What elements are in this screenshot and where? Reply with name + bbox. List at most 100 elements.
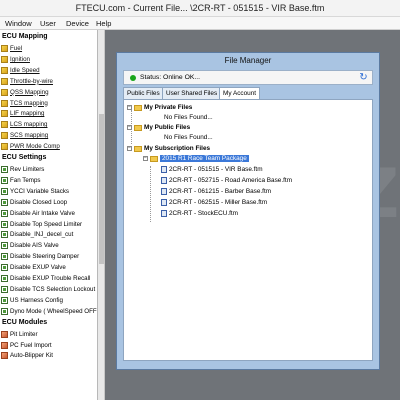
sidebar-item[interactable]: Disable_INJ_decel_cut <box>1 230 73 239</box>
tree-node-package[interactable]: − 2015 R1 Race Team Package <box>143 154 249 163</box>
sidebar-scrollbar[interactable] <box>98 30 105 400</box>
tree-file[interactable]: 2CR-RT - 062515 - Miller Base.ftm <box>161 198 267 207</box>
setting-icon <box>1 231 8 239</box>
sidebar-item-label: Disable AIS Valve <box>10 242 59 250</box>
window-title: FTECU.com - Current File... \2CR-RT - 05… <box>75 3 325 13</box>
map-icon <box>1 66 8 74</box>
collapse-icon[interactable]: − <box>127 146 132 151</box>
sidebar-item[interactable]: Disable EXUP Valve <box>1 263 66 272</box>
sidebar-item[interactable]: Auto-Blipper Kit <box>1 351 53 360</box>
tab-user-shared-files[interactable]: User Shared Files <box>162 87 222 99</box>
sidebar-item[interactable]: Disable Closed Loop <box>1 198 67 207</box>
tree-node-public[interactable]: − My Public Files <box>127 123 190 132</box>
sidebar-item[interactable]: YCCI Variable Stacks <box>1 187 69 196</box>
file-label: 2CR-RT - StockECU.ftm <box>169 210 239 217</box>
setting-icon <box>1 166 8 173</box>
sidebar-item[interactable]: Disable Top Speed Limiter <box>1 220 82 229</box>
file-icon <box>161 177 167 184</box>
file-manager-title: File Manager <box>224 56 272 65</box>
tree-connector <box>150 166 151 222</box>
sidebar-section-title: ECU Settings <box>2 154 47 161</box>
sidebar-item[interactable]: Fan Temps <box>1 176 41 185</box>
sidebar-item-label: PWR Mode Comp <box>10 143 60 151</box>
tree-file[interactable]: 2CR-RT - 051515 - VIR Base.ftm <box>161 165 263 174</box>
sidebar-item[interactable]: Throttle-by-wire <box>1 77 53 86</box>
sidebar-item[interactable]: TCS mapping <box>1 99 48 108</box>
sidebar-item[interactable]: Disable TCS Selection Lockout <box>1 285 95 294</box>
sidebar-item-label: Disable Air Intake Valve <box>10 209 75 217</box>
tree-empty-public: No Files Found... <box>164 134 213 141</box>
sidebar-item-label: LCS mapping <box>10 121 48 129</box>
sidebar-item[interactable]: Pit Limiter <box>1 330 38 339</box>
sidebar-item[interactable]: PWR Mode Comp <box>1 142 60 151</box>
sidebar-item-label: QSS Mapping <box>10 88 49 96</box>
tree-label-private: My Private Files <box>144 104 193 111</box>
map-icon <box>1 77 8 85</box>
menu-user[interactable]: User <box>40 19 56 28</box>
sidebar-item-label: Ignition <box>10 55 30 63</box>
menu-help[interactable]: Help <box>96 19 111 28</box>
module-icon <box>1 341 8 349</box>
collapse-icon[interactable]: − <box>127 125 132 130</box>
sidebar-item[interactable]: Dyno Mode ( WheelSpeed OFF <box>1 307 97 316</box>
folder-icon <box>134 124 142 131</box>
sidebar-item-label: Fan Temps <box>10 176 41 184</box>
tree-file[interactable]: 2CR-RT - 052715 - Road America Base.ftm <box>161 176 292 185</box>
setting-icon <box>1 198 8 206</box>
sidebar-item-label: Disable_INJ_decel_cut <box>10 231 74 239</box>
status-bar: Status: Online OK... ↻ <box>123 70 373 85</box>
sidebar-item[interactable]: Disable AIS Valve <box>1 241 59 250</box>
tab-public-files[interactable]: Public Files <box>123 87 164 99</box>
setting-icon <box>1 275 8 282</box>
sidebar-item-label: Idle Speed <box>10 66 40 74</box>
tree-label-package: 2015 R1 Race Team Package <box>160 155 249 162</box>
module-icon <box>1 352 8 360</box>
tree-node-private[interactable]: − My Private Files <box>127 103 192 112</box>
sidebar-item-label: Disable Steering Damper <box>10 253 80 261</box>
folder-icon <box>134 104 142 111</box>
sidebar-section-title: ECU Mapping <box>2 33 48 40</box>
sidebar-item[interactable]: Disable Steering Damper <box>1 252 79 261</box>
sidebar-item[interactable]: Ignition <box>1 55 30 64</box>
sidebar-item-label: Disable EXUP Valve <box>10 264 66 272</box>
sidebar-item[interactable]: LCS mapping <box>1 120 48 129</box>
setting-icon <box>1 285 8 293</box>
setting-icon <box>1 187 8 195</box>
tree-label-public: My Public Files <box>144 124 191 131</box>
collapse-icon[interactable]: − <box>127 105 132 110</box>
sidebar-item[interactable]: Rev Limiters <box>1 165 44 174</box>
sidebar-item[interactable]: Idle Speed <box>1 66 40 75</box>
sidebar-item[interactable]: LIF mapping <box>1 109 44 118</box>
setting-icon <box>1 296 8 304</box>
sidebar-item-label: Disable Top Speed Limiter <box>10 220 83 228</box>
sidebar-item[interactable]: Fuel <box>1 44 22 53</box>
sidebar-item[interactable]: SCS mapping <box>1 131 48 140</box>
scrollbar-thumb[interactable] <box>99 114 104 264</box>
sidebar-item-label: Disable Closed Loop <box>10 198 68 206</box>
tree-file[interactable]: 2CR-RT - 061215 - Barber Base.ftm <box>161 187 271 196</box>
setting-icon <box>1 264 8 272</box>
sidebar-item[interactable]: Disable EXUP Trouble Recall <box>1 274 90 283</box>
sidebar-item-label: Disable EXUP Trouble Recall <box>10 275 91 282</box>
sidebar-item[interactable]: QSS Mapping <box>1 88 49 97</box>
map-icon <box>1 121 8 129</box>
sidebar-item[interactable]: Disable Air Intake Valve <box>1 209 75 218</box>
sidebar-item[interactable]: US Harness Config <box>1 296 63 305</box>
folder-icon <box>134 145 142 152</box>
sidebar-item-label: Dyno Mode ( WheelSpeed OFF <box>10 307 97 315</box>
tree-node-subscription[interactable]: − My Subscription Files <box>127 144 210 153</box>
collapse-icon[interactable]: − <box>143 156 148 161</box>
menu-window[interactable]: Window <box>5 19 32 28</box>
tree-empty-private: No Files Found... <box>164 114 213 121</box>
file-icon <box>161 199 167 206</box>
file-icon <box>161 188 167 195</box>
sidebar-item-label: SCS mapping <box>10 132 49 140</box>
sidebar-item[interactable]: PC Fuel Import <box>1 341 52 350</box>
sidebar-item-label: Throttle-by-wire <box>10 77 53 85</box>
sidebar-item-label: Rev Limiters <box>10 166 45 173</box>
map-icon <box>1 143 8 151</box>
map-icon <box>1 88 8 96</box>
refresh-icon[interactable]: ↻ <box>358 72 369 83</box>
tree-file[interactable]: 2CR-RT - StockECU.ftm <box>161 209 238 218</box>
menu-device[interactable]: Device <box>66 19 89 28</box>
